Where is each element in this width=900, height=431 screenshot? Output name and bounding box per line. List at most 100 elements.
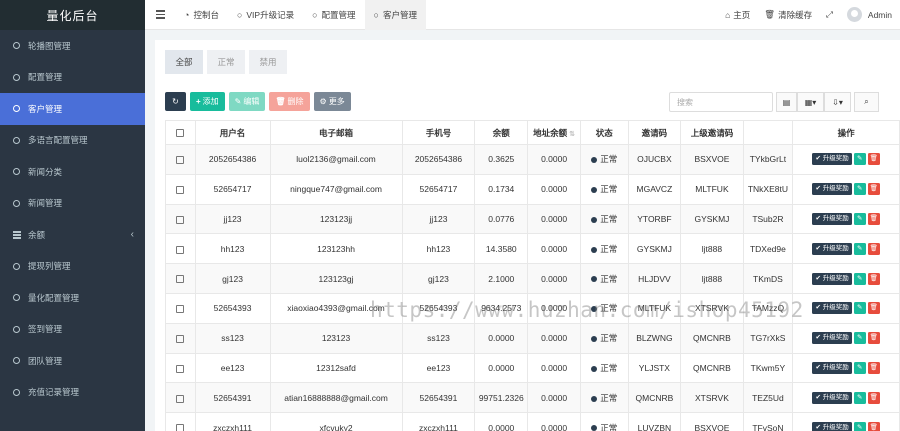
subtab-disabled[interactable]: 禁用 <box>249 50 287 74</box>
row-edit-button[interactable]: ✎ <box>853 242 866 255</box>
search-input[interactable]: 搜索 <box>669 92 773 112</box>
row-checkbox[interactable] <box>165 203 196 235</box>
col-header-balance[interactable]: 余额 <box>474 120 529 145</box>
upgrade-reward-button[interactable]: ✔ 升级奖励 <box>812 212 852 225</box>
row-delete-button[interactable]: 🗑 <box>867 421 880 431</box>
row-edit-button[interactable]: ✎ <box>853 391 866 404</box>
sidebar-item[interactable]: 配置管理 <box>0 62 145 94</box>
row-checkbox[interactable] <box>165 292 196 324</box>
upgrade-reward-button[interactable]: ✔ 升级奖励 <box>812 361 852 374</box>
row-delete-button[interactable]: 🗑 <box>867 391 880 404</box>
fullscreen-button[interactable]: ⤢ <box>826 9 833 20</box>
circle-icon <box>13 294 20 302</box>
col-header-invite-code[interactable]: 邀请码 <box>627 120 682 145</box>
upgrade-reward-button[interactable]: ✔ 升级奖励 <box>812 183 852 196</box>
col-header-status[interactable]: 状态 <box>579 120 629 145</box>
row-edit-button[interactable]: ✎ <box>853 272 866 285</box>
subtab-all[interactable]: 全部 <box>165 50 203 74</box>
top-tab[interactable]: ○ 客户管理 <box>364 0 426 30</box>
row-edit-button[interactable]: ✎ <box>853 212 866 225</box>
row-delete-button[interactable]: 🗑 <box>867 302 880 315</box>
upgrade-reward-button[interactable]: ✔ 升级奖励 <box>812 242 852 255</box>
row-delete-button[interactable]: 🗑 <box>867 242 880 255</box>
table-row[interactable]: zxczxh111 xfcvuky2 zxczxh111 0.0000 0.0000 正常… <box>165 412 900 431</box>
menu-toggle-icon[interactable] <box>145 10 175 19</box>
row-delete-button[interactable]: 🗑 <box>867 153 880 166</box>
select-all-checkbox[interactable] <box>165 120 196 145</box>
row-checkbox[interactable] <box>165 412 196 431</box>
sidebar-item[interactable]: 轮播图管理 <box>0 30 145 62</box>
export-button[interactable]: ⇩▾ <box>824 92 851 112</box>
table-row[interactable]: 2052654386 luol2136@gmail.com 2052654386 0.… <box>165 144 900 175</box>
sidebar: 量化后台 轮播图管理 配置管理 客户管理 多语言配置管理 新闻分类 新闻管理 余额 ‹ 提现列管… <box>0 0 145 431</box>
row-edit-button[interactable]: ✎ <box>853 302 866 315</box>
upgrade-reward-button[interactable]: ✔ 升级奖励 <box>812 272 852 285</box>
col-header-email[interactable]: 电子邮箱 <box>269 120 403 145</box>
add-button[interactable]: + 添加 <box>190 92 225 111</box>
toggle-view-button[interactable]: ▤ <box>776 92 797 112</box>
top-tab[interactable]: ○ 配置管理 <box>303 0 364 30</box>
top-tab[interactable]: ○ VIP升级记录 <box>228 0 303 30</box>
row-edit-button[interactable]: ✎ <box>853 361 866 374</box>
row-checkbox[interactable] <box>165 263 196 294</box>
upgrade-reward-button[interactable]: ✔ 升级奖励 <box>812 153 852 166</box>
row-checkbox[interactable] <box>165 352 196 384</box>
row-checkbox[interactable] <box>165 233 196 265</box>
table-row[interactable]: hh123 123123hh hh123 14.3580 0.0000 正常 GYSKMJ l… <box>165 233 900 265</box>
col-header-username[interactable]: 用户名 <box>194 120 271 145</box>
table-row[interactable]: 52654391 atian16888888@gmail.com 52654391 9… <box>165 382 900 414</box>
upgrade-reward-button[interactable]: ✔ 升级奖励 <box>812 421 852 431</box>
columns-button[interactable]: ▦▾ <box>797 92 824 112</box>
top-tab[interactable]: ◔ 控制台 <box>175 0 228 30</box>
upgrade-reward-button[interactable]: ✔ 升级奖励 <box>812 332 852 345</box>
more-button[interactable]: ⚙ 更多 <box>313 92 351 111</box>
row-edit-button[interactable]: ✎ <box>853 421 866 431</box>
row-delete-button[interactable]: 🗑 <box>867 212 880 225</box>
sidebar-item[interactable]: 新闻管理 <box>0 188 145 220</box>
sidebar-item[interactable]: 充值记录管理 <box>0 377 145 409</box>
col-header-phone[interactable]: 手机号 <box>401 120 476 145</box>
row-checkbox[interactable] <box>165 173 196 205</box>
row-edit-button[interactable]: ✎ <box>853 183 866 196</box>
home-link[interactable]: ⌂ 主页 <box>725 9 750 21</box>
sidebar-item[interactable]: 余额 ‹ <box>0 219 145 251</box>
table-row[interactable]: jj123 123123jj jj123 0.0776 0.0000 正常 YTORBF GY… <box>165 203 900 235</box>
row-checkbox[interactable] <box>165 144 196 175</box>
row-delete-button[interactable]: 🗑 <box>867 332 880 345</box>
refresh-button[interactable]: ↻ <box>165 92 186 111</box>
upgrade-reward-button[interactable]: ✔ 升级奖励 <box>812 391 852 404</box>
table-row[interactable]: gj123 123123gj gj123 2.1000 0.0000 正常 HLJDVV lj… <box>165 263 900 294</box>
table-row[interactable]: ss123 123123 ss123 0.0000 0.0000 正常 BLZWNG QMCN… <box>165 322 900 354</box>
row-checkbox[interactable] <box>165 382 196 414</box>
row-delete-button[interactable]: 🗑 <box>867 272 880 285</box>
subtab-normal[interactable]: 正常 <box>207 50 245 74</box>
pencil-icon: ✎ <box>857 274 863 282</box>
edit-button[interactable]: ✎ 编辑 <box>228 92 266 111</box>
row-checkbox[interactable] <box>165 322 196 354</box>
delete-button[interactable]: 🗑 删除 <box>269 92 310 111</box>
col-header-extra[interactable] <box>742 120 794 145</box>
row-delete-button[interactable]: 🗑 <box>867 361 880 374</box>
table-row[interactable]: ee123 12312safd ee123 0.0000 0.0000 正常 YLJSTX Q… <box>165 352 900 384</box>
upgrade-reward-label: 升级奖励 <box>822 363 849 371</box>
sidebar-item[interactable]: 客户管理 <box>0 93 145 125</box>
row-edit-button[interactable]: ✎ <box>853 153 866 166</box>
upgrade-reward-button[interactable]: ✔ 升级奖励 <box>812 302 852 315</box>
user-menu[interactable]: Admin <box>846 7 892 22</box>
row-edit-button[interactable]: ✎ <box>853 332 866 345</box>
cell-parent: XTSRVK <box>680 382 744 414</box>
table-row[interactable]: 52654717 ningque747@gmail.com 52654717 0.17… <box>165 173 900 205</box>
search-button[interactable]: ⌕ <box>854 92 879 112</box>
sidebar-item[interactable]: 新闻分类 <box>0 156 145 188</box>
sidebar-item[interactable]: 多语言配置管理 <box>0 125 145 157</box>
sidebar-item[interactable]: 签到管理 <box>0 314 145 346</box>
sidebar-item[interactable]: 团队管理 <box>0 345 145 377</box>
col-header-parent-invite-code[interactable]: 上级邀请码 <box>680 120 744 145</box>
clear-cache-button[interactable]: 🗑 清除缓存 <box>764 9 812 21</box>
sidebar-item[interactable]: 提现列管理 <box>0 251 145 283</box>
row-delete-button[interactable]: 🗑 <box>867 183 880 196</box>
sidebar-item[interactable]: 量化配置管理 <box>0 282 145 314</box>
col-header-address-balance[interactable]: 地址余额 ⇅ <box>527 120 581 145</box>
cell-invite: MLTFUK <box>627 292 682 324</box>
table-row[interactable]: 52654393 xiaoxiao4393@gmail.com 52654393 96… <box>165 292 900 324</box>
